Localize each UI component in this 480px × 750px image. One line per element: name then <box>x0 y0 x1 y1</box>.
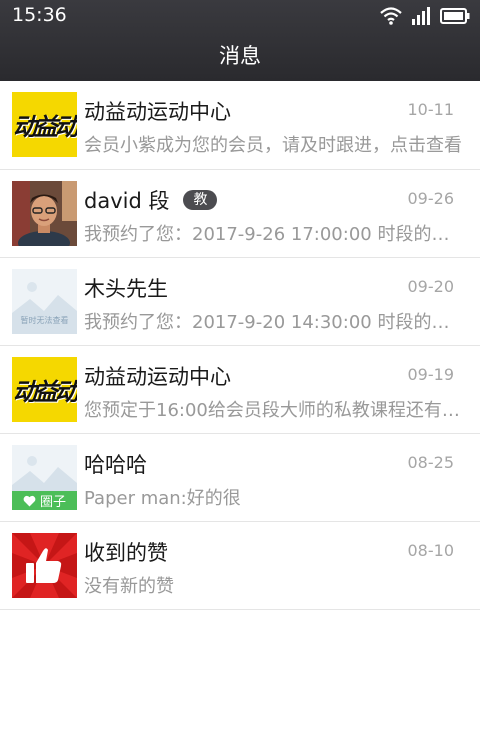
message-item[interactable]: 圈子 哈哈哈 08-25 Paper man:好的很 <box>0 434 480 522</box>
sender-name: 木头先生 <box>84 277 168 301</box>
message-item[interactable]: 收到的赞 08-10 没有新的赞 <box>0 522 480 610</box>
message-date: 08-10 <box>407 541 455 560</box>
coach-badge: 教 <box>183 190 218 210</box>
status-time: 15:36 <box>12 4 67 26</box>
message-preview: 您预定于16:00给会员段大师的私教课程还有一小时 <box>84 400 464 421</box>
status-bar: 15:36 <box>0 0 480 30</box>
status-icons <box>380 5 470 27</box>
message-item[interactable]: 暂时无法查看 木头先生 09-20 我预约了您：2017-9-20 14:30:… <box>0 258 480 346</box>
avatar: 动益动 <box>12 357 77 422</box>
circle-tag: 圈子 <box>12 491 77 510</box>
placeholder-caption: 暂时无法查看 <box>20 316 69 325</box>
message-preview: 我预约了您：2017-9-20 14:30:00 时段的私教课 <box>84 312 464 333</box>
page-title: 消息 <box>219 44 261 68</box>
logo-text: 动益动 <box>13 113 77 141</box>
signal-icon <box>412 7 430 25</box>
message-item[interactable]: david 段 教 09-26 我预约了您：2017-9-26 17:00:00… <box>0 170 480 258</box>
user-photo-icon <box>12 181 77 246</box>
avatar <box>12 181 77 246</box>
avatar <box>12 533 77 598</box>
message-item[interactable]: 动益动 动益动运动中心 10-11 会员小紫成为您的会员，请及时跟进，点击查看 <box>0 81 480 170</box>
circle-tag-label: 圈子 <box>39 495 66 510</box>
avatar: 动益动 <box>12 92 77 157</box>
message-preview: 没有新的赞 <box>84 576 174 597</box>
avatar: 圈子 <box>12 445 77 510</box>
message-date: 09-19 <box>407 365 455 384</box>
thumbs-up-icon <box>12 533 77 598</box>
message-item[interactable]: 动益动 动益动运动中心 09-19 您预定于16:00给会员段大师的私教课程还有… <box>0 346 480 434</box>
sender-name: 哈哈哈 <box>84 453 147 477</box>
sender-name: 动益动运动中心 <box>84 100 231 124</box>
message-date: 09-20 <box>407 277 455 296</box>
logo-text: 动益动 <box>13 378 77 406</box>
message-list: 动益动 动益动运动中心 10-11 会员小紫成为您的会员，请及时跟进，点击查看 … <box>0 81 480 610</box>
message-preview: Paper man:好的很 <box>84 488 241 509</box>
message-date: 08-25 <box>407 453 455 472</box>
message-date: 10-11 <box>407 100 455 119</box>
top-bar: 15:36 消息 <box>0 0 480 81</box>
heart-icon <box>23 495 36 506</box>
sender-name: 收到的赞 <box>84 541 168 565</box>
avatar: 暂时无法查看 <box>12 269 77 334</box>
battery-icon <box>440 8 470 24</box>
message-preview: 我预约了您：2017-9-26 17:00:00 时段的私教课 <box>84 224 464 245</box>
sender-name: david 段 <box>84 189 170 213</box>
wifi-icon <box>380 7 402 25</box>
message-preview: 会员小紫成为您的会员，请及时跟进，点击查看 <box>84 135 462 156</box>
sender-name: 动益动运动中心 <box>84 365 231 389</box>
message-date: 09-26 <box>407 189 455 208</box>
